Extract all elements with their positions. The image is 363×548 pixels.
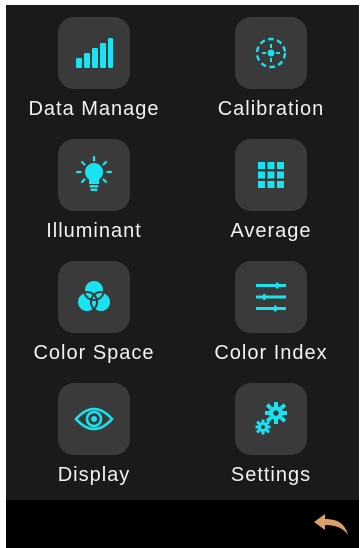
settings-button[interactable]	[235, 383, 307, 455]
display-label: Display	[57, 464, 131, 486]
color-circles-icon	[76, 279, 112, 313]
display-button[interactable]	[58, 383, 130, 455]
back-arrow-icon	[314, 514, 348, 535]
bottom-bar	[6, 500, 359, 548]
menu-grid: Data Manage Calibration Illuminant Avera…	[6, 5, 359, 500]
back-button[interactable]	[313, 512, 349, 538]
menu-item-color-space[interactable]: Color Space	[6, 249, 182, 371]
sliders-lines-icon	[256, 282, 286, 312]
menu-item-data-manage[interactable]: Data Manage	[6, 5, 182, 127]
data-manage-button[interactable]	[58, 17, 130, 89]
grid-dots-icon	[258, 162, 284, 188]
signal-bars-icon	[76, 38, 113, 68]
menu-item-display[interactable]: Display	[6, 371, 182, 493]
color-index-label: Color Index	[214, 342, 328, 364]
menu-item-settings[interactable]: Settings	[183, 371, 359, 493]
color-space-button[interactable]	[58, 261, 130, 333]
illuminant-label: Illuminant	[46, 220, 142, 242]
calibration-label: Calibration	[217, 98, 325, 120]
menu-item-average[interactable]: Average	[183, 127, 359, 249]
gears-icon	[255, 402, 287, 435]
average-label: Average	[230, 220, 312, 242]
main-menu-screen: Data Manage Calibration Illuminant Avera…	[6, 5, 359, 548]
settings-label: Settings	[230, 464, 312, 486]
menu-item-calibration[interactable]: Calibration	[183, 5, 359, 127]
data-manage-label: Data Manage	[28, 98, 160, 120]
menu-item-illuminant[interactable]: Illuminant	[6, 127, 182, 249]
calibration-button[interactable]	[235, 17, 307, 89]
illuminant-button[interactable]	[58, 139, 130, 211]
menu-item-color-index[interactable]: Color Index	[183, 249, 359, 371]
eye-icon	[74, 407, 114, 431]
color-space-label: Color Space	[33, 342, 155, 364]
average-button[interactable]	[235, 139, 307, 211]
color-index-button[interactable]	[235, 261, 307, 333]
calibration-target-icon	[255, 37, 287, 69]
lightbulb-icon	[75, 155, 113, 191]
